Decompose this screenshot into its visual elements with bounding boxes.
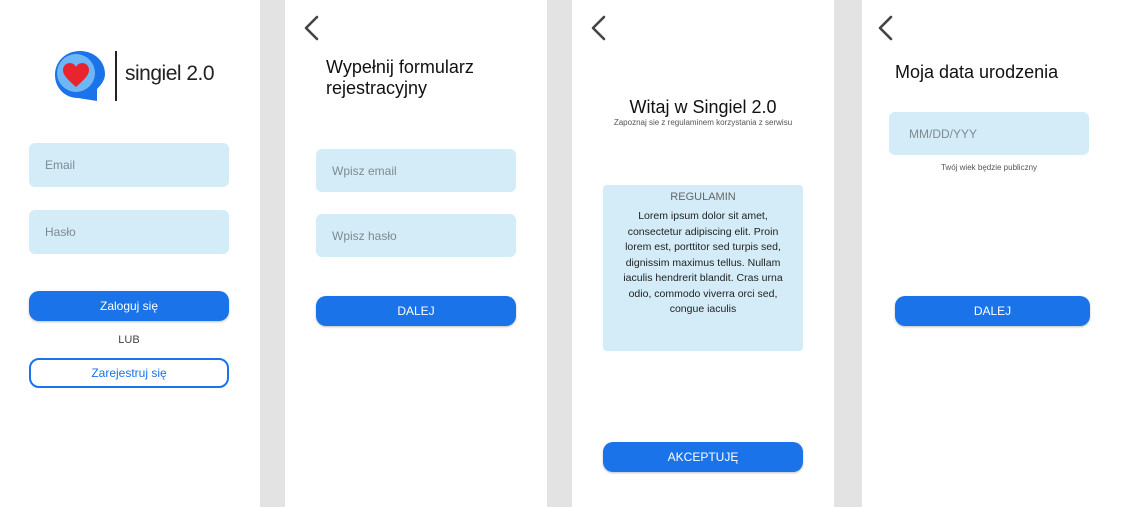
email-field[interactable]: Email	[29, 143, 229, 187]
terms-box: REGULAMIN Lorem ipsum dolor sit amet, co…	[603, 185, 803, 351]
birthdate-placeholder: MM/DD/YYY	[909, 126, 978, 141]
app-logo: singiel 2.0	[53, 49, 223, 103]
logo-divider	[115, 51, 117, 101]
back-arrow-icon[interactable]	[588, 14, 610, 42]
back-arrow-icon[interactable]	[301, 14, 323, 42]
birthdate-screen: Moja data urodzenia MM/DD/YYY Twój wiek …	[862, 0, 1124, 507]
login-button[interactable]: Zaloguj się	[29, 291, 229, 321]
terms-screen: Witaj w Singiel 2.0 Zapoznaj sie z regul…	[572, 0, 834, 507]
terms-title: Witaj w Singiel 2.0	[629, 97, 777, 117]
register-button[interactable]: Zarejestruj się	[29, 358, 229, 388]
register-screen: Wypełnij formularz rejestracyjny Wpisz e…	[285, 0, 547, 507]
birthdate-input[interactable]: MM/DD/YYY	[889, 112, 1089, 155]
birthdate-title: Moja data urodzenia	[895, 62, 1059, 82]
password-input[interactable]: Wpisz hasło	[316, 214, 516, 257]
next-button[interactable]: DALEJ	[895, 296, 1090, 326]
logo-text: singiel 2.0	[125, 62, 215, 85]
or-text: LUB	[118, 334, 140, 346]
back-arrow-icon[interactable]	[875, 14, 897, 42]
terms-text: Lorem ipsum dolor sit amet, consectetur …	[623, 210, 783, 315]
terms-heading: REGULAMIN	[670, 191, 736, 203]
password-field[interactable]: Hasło	[29, 210, 229, 254]
next-button[interactable]: DALEJ	[316, 296, 516, 326]
page-title: Wypełnij formularz rejestracyjny	[326, 57, 474, 98]
password-placeholder: Hasło	[45, 225, 76, 239]
email-placeholder: Email	[45, 158, 76, 172]
terms-subtitle: Zapoznaj sie z regulaminem korzystania z…	[613, 118, 793, 127]
accept-button[interactable]: AKCEPTUJĘ	[603, 442, 803, 472]
login-screen: singiel 2.0 Email Hasło Zaloguj się LUB …	[0, 0, 260, 507]
age-public-note: Twój wiek będzie publiczny	[940, 163, 1038, 172]
email-input[interactable]: Wpisz email	[316, 149, 516, 192]
heart-chat-logo-icon	[55, 51, 105, 101]
password-input-placeholder: Wpisz hasło	[332, 228, 397, 243]
email-input-placeholder: Wpisz email	[332, 163, 397, 178]
